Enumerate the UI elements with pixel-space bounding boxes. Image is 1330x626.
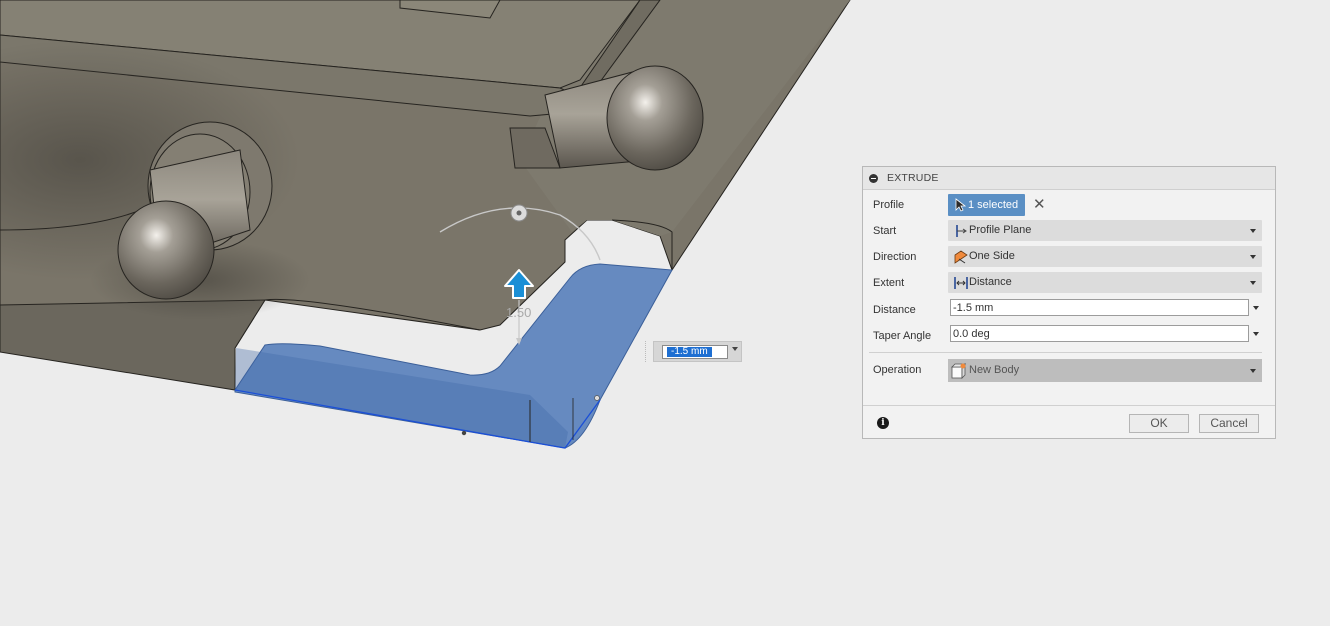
profile-selection-text: 1 selected bbox=[968, 199, 1019, 211]
start-value: Profile Plane bbox=[969, 224, 1032, 236]
distance-icon bbox=[954, 277, 968, 289]
info-icon[interactable]: i bbox=[877, 417, 889, 429]
new-body-icon bbox=[951, 363, 966, 379]
row-extent: Extent Distance bbox=[863, 272, 1275, 294]
taper-angle-label: Taper Angle bbox=[873, 330, 932, 342]
extent-label: Extent bbox=[873, 277, 905, 289]
start-label: Start bbox=[873, 225, 897, 237]
operation-label: Operation bbox=[873, 364, 922, 376]
ok-button[interactable]: OK bbox=[1129, 414, 1189, 433]
distance-input[interactable] bbox=[951, 300, 1243, 315]
collapse-icon[interactable] bbox=[869, 173, 878, 183]
chevron-down-icon[interactable] bbox=[1250, 229, 1256, 233]
chevron-down-icon[interactable] bbox=[1250, 369, 1256, 373]
profile-label: Profile bbox=[873, 199, 905, 211]
profile-plane-icon bbox=[956, 225, 967, 237]
distance-field[interactable] bbox=[950, 299, 1249, 316]
dialog-title: EXTRUDE bbox=[887, 172, 939, 184]
ondrag-distance-input[interactable]: -1.5 mm bbox=[653, 341, 742, 362]
ondrag-grip-handle[interactable] bbox=[645, 341, 650, 362]
chevron-down-icon[interactable] bbox=[1253, 306, 1259, 310]
cancel-button[interactable]: Cancel bbox=[1199, 414, 1259, 433]
dialog-header[interactable]: EXTRUDE bbox=[863, 167, 1275, 190]
direction-value: One Side bbox=[969, 250, 1015, 262]
dialog-footer: i OK Cancel bbox=[863, 405, 1275, 439]
clear-selection-icon[interactable]: ✕ bbox=[1033, 197, 1046, 212]
left-knob-head bbox=[117, 200, 215, 300]
operation-value: New Body bbox=[969, 364, 1020, 376]
row-distance: Distance bbox=[863, 299, 1275, 321]
extrude-dialog: EXTRUDE Profile 1 selected ✕ Start Profi… bbox=[862, 166, 1276, 439]
row-profile: Profile 1 selected ✕ bbox=[863, 194, 1275, 216]
taper-angle-input[interactable] bbox=[951, 326, 1243, 341]
start-dropdown[interactable]: Profile Plane bbox=[948, 220, 1262, 241]
row-start: Start Profile Plane bbox=[863, 220, 1275, 242]
right-knob-head bbox=[606, 65, 704, 171]
direction-label: Direction bbox=[873, 251, 917, 263]
distance-label: Distance bbox=[873, 304, 916, 316]
profile-selection-button[interactable]: 1 selected bbox=[948, 194, 1025, 216]
ondrag-value-box[interactable]: -1.5 mm bbox=[662, 345, 728, 359]
dimension-label: 1.50 bbox=[506, 305, 532, 320]
extent-dropdown[interactable]: Distance bbox=[948, 272, 1262, 293]
chevron-down-icon[interactable] bbox=[1250, 255, 1256, 259]
row-direction: Direction One Side bbox=[863, 246, 1275, 268]
operation-dropdown[interactable]: New Body bbox=[948, 359, 1262, 382]
ondrag-value-text[interactable]: -1.5 mm bbox=[667, 347, 712, 357]
direction-dropdown[interactable]: One Side bbox=[948, 246, 1262, 267]
row-operation: Operation New Body bbox=[863, 359, 1275, 382]
extent-value: Distance bbox=[969, 276, 1012, 288]
chevron-down-icon[interactable] bbox=[1250, 281, 1256, 285]
chevron-down-icon[interactable] bbox=[732, 347, 738, 351]
row-taper-angle: Taper Angle bbox=[863, 325, 1275, 347]
chevron-down-icon[interactable] bbox=[1253, 332, 1259, 336]
one-side-icon bbox=[954, 250, 968, 264]
cursor-arrow-icon bbox=[955, 198, 966, 212]
divider bbox=[869, 352, 1262, 353]
taper-angle-field[interactable] bbox=[950, 325, 1249, 342]
